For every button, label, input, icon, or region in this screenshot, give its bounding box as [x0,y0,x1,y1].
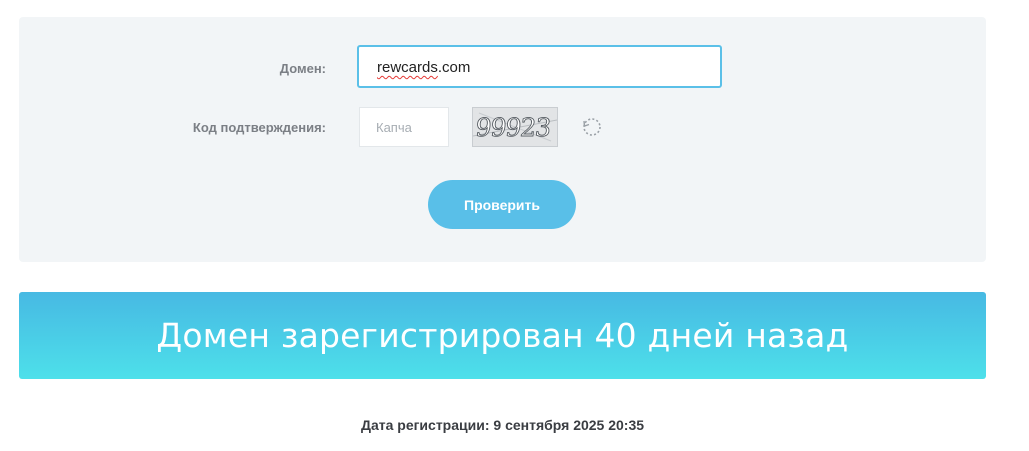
captcha-image-graphic: 99923 [473,108,557,146]
domain-label: Домен: [279,61,326,76]
result-banner: Домен зарегистрирован 40 дней назад [19,292,986,379]
captcha-input[interactable] [359,107,449,147]
refresh-icon[interactable] [581,116,603,138]
captcha-label: Код подтверждения: [192,120,326,135]
registration-date: Дата регистрации: 9 сентября 2025 20:35 [360,417,645,433]
check-button[interactable]: Проверить [428,180,576,229]
captcha-image: 99923 [472,107,558,147]
captcha-image-text: 99923 [474,113,552,142]
domain-check-form: Домен: rewcards.com Код подтверждения: 9… [19,17,986,262]
domain-age-message: Домен зарегистрирован 40 дней назад [156,316,849,355]
domain-input[interactable] [357,45,722,88]
